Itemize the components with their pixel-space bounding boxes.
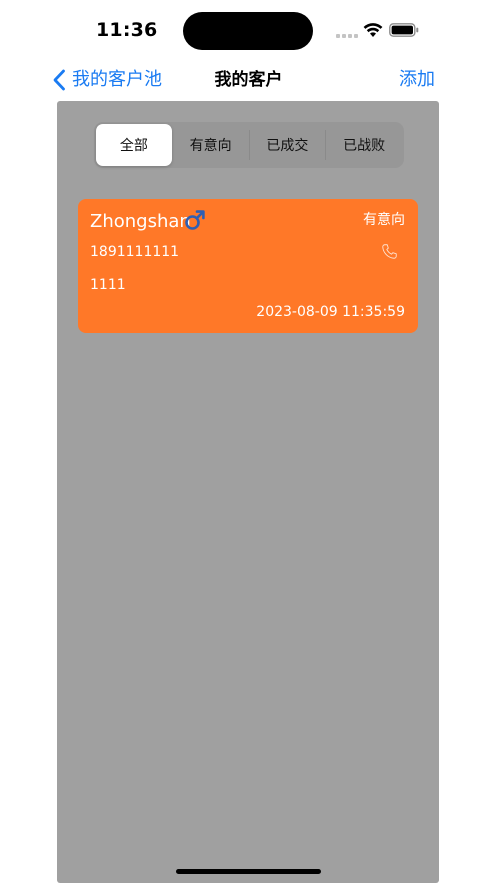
segment-closed[interactable]: 已成交	[250, 124, 326, 166]
content-panel: 全部 有意向 已成交 已战败 Zhongshan 有意向 1891111111 …	[57, 101, 439, 883]
male-symbol-icon	[185, 210, 205, 230]
status-time: 11:36	[96, 19, 158, 41]
customer-status-label: 有意向	[363, 212, 405, 228]
home-indicator	[176, 869, 321, 874]
cellular-signal-icon	[336, 30, 358, 38]
customer-card[interactable]: Zhongshan 有意向 1891111111 1111 2023-08-09…	[78, 199, 418, 333]
customer-phone: 1891111111	[90, 244, 180, 260]
add-button[interactable]: 添加	[399, 66, 435, 94]
navigation-bar: 我的客户池 我的客户 添加	[0, 60, 497, 100]
wifi-icon	[363, 23, 383, 37]
status-bar: 11:36	[0, 0, 497, 60]
segment-lost[interactable]: 已战败	[326, 124, 402, 166]
customer-name: Zhongshan	[90, 211, 191, 232]
filter-segmented-control: 全部 有意向 已成交 已战败	[94, 122, 404, 168]
segment-interested[interactable]: 有意向	[173, 124, 249, 166]
dynamic-island	[183, 12, 313, 50]
customer-created-time: 2023-08-09 11:35:59	[256, 304, 405, 320]
customer-note: 1111	[90, 277, 126, 293]
segment-all[interactable]: 全部	[96, 124, 172, 166]
battery-icon	[389, 23, 419, 37]
phone-icon[interactable]	[381, 243, 398, 260]
